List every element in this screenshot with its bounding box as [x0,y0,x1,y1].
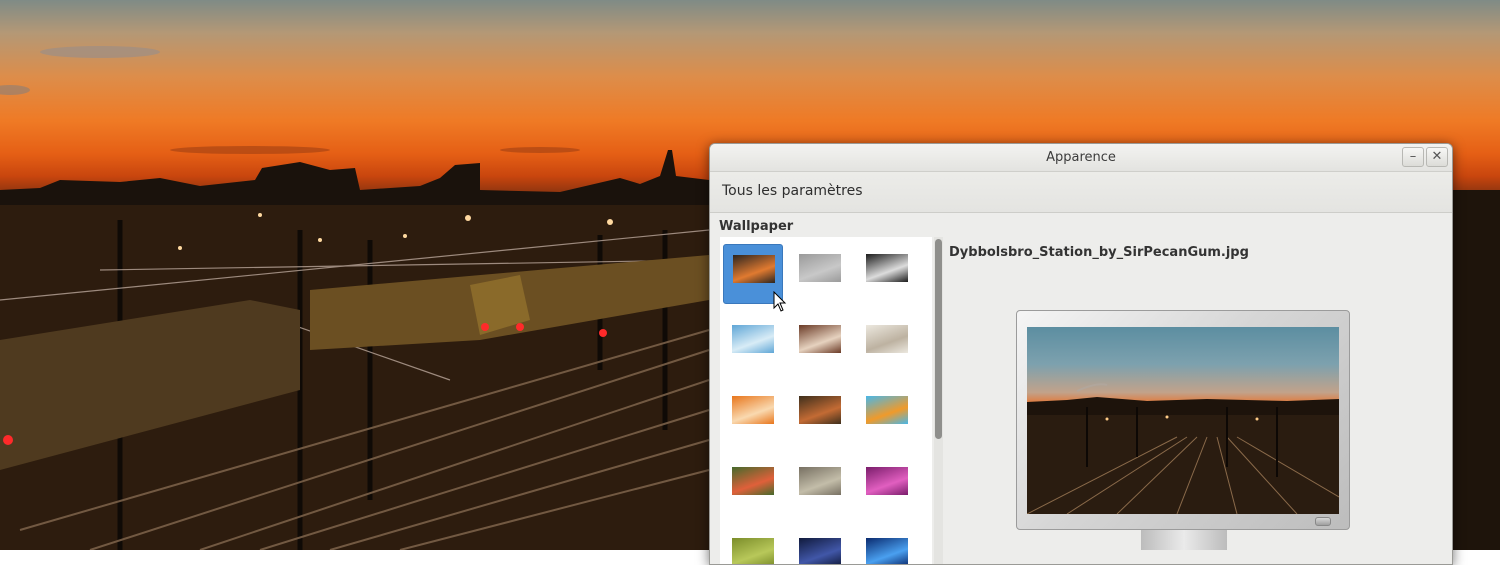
wallpaper-thumbnail-cell[interactable] [790,386,850,446]
wallpaper-thumb-arches [799,325,841,353]
wallpaper-thumb-canyon [799,396,841,424]
wallpaper-section-label: Wallpaper [719,219,794,234]
wallpaper-thumb-poppies [732,467,774,495]
wallpaper-thumb-ice [732,325,774,353]
wallpaper-preview-area: Dybbolsbro_Station_by_SirPecanGum.jpg [945,237,1452,564]
wallpaper-preview-image [1027,327,1339,514]
monitor-preview [1016,310,1350,530]
appearance-window: Apparence – ✕ Tous les paramètres Wallpa… [709,143,1453,565]
close-button[interactable]: ✕ [1426,147,1448,167]
wallpaper-thumb-orange-flower [732,396,774,424]
wallpaper-thumb-graffiti [866,396,908,424]
window-toolbar: Tous les paramètres [710,172,1452,213]
wallpaper-thumbnail-cell[interactable] [723,315,783,375]
minimize-button[interactable]: – [1402,147,1424,167]
wallpaper-thumb-green [732,538,774,564]
wallpaper-thumb-night [799,538,841,564]
selected-wallpaper-filename: Dybbolsbro_Station_by_SirPecanGum.jpg [949,245,1249,260]
wallpaper-thumbnail-cell[interactable] [790,457,850,517]
wallpaper-thumbnail-cell[interactable] [857,528,917,564]
wallpaper-thumb-fossil [866,325,908,353]
window-title: Apparence [1046,150,1116,165]
wallpaper-thumbnail-cell[interactable] [723,457,783,517]
scrollbar-thumb[interactable] [935,239,942,439]
thumbnail-scrollbar[interactable] [934,237,943,564]
monitor-power-led [1315,517,1331,526]
wallpaper-thumb-beach [799,467,841,495]
mouse-cursor-icon [773,291,787,312]
wallpaper-thumb-bw [866,254,908,282]
monitor-stand [1141,530,1227,550]
wallpaper-thumbnail-cell[interactable] [723,386,783,446]
wallpaper-thumb-blue-lights [866,538,908,564]
preview-scene [1027,383,1339,514]
wallpaper-thumbnail-cell[interactable] [790,315,850,375]
wallpaper-thumbnail-cell[interactable] [790,528,850,564]
wallpaper-thumbnail-cell[interactable] [857,457,917,517]
wallpaper-thumbnail-cell[interactable] [857,244,917,304]
wallpaper-thumbnail-cell[interactable] [723,528,783,564]
wallpaper-thumb-purple [866,467,908,495]
all-settings-button[interactable]: Tous les paramètres [722,183,863,199]
wallpaper-thumb-station [733,255,775,283]
wallpaper-thumbnail-grid[interactable] [720,237,932,564]
wallpaper-thumb-fog [799,254,841,282]
window-titlebar[interactable]: Apparence – ✕ [710,144,1452,172]
wallpaper-thumbnail-cell[interactable] [857,315,917,375]
wallpaper-thumbnail-cell[interactable] [790,244,850,304]
wallpaper-thumbnail-cell[interactable] [857,386,917,446]
